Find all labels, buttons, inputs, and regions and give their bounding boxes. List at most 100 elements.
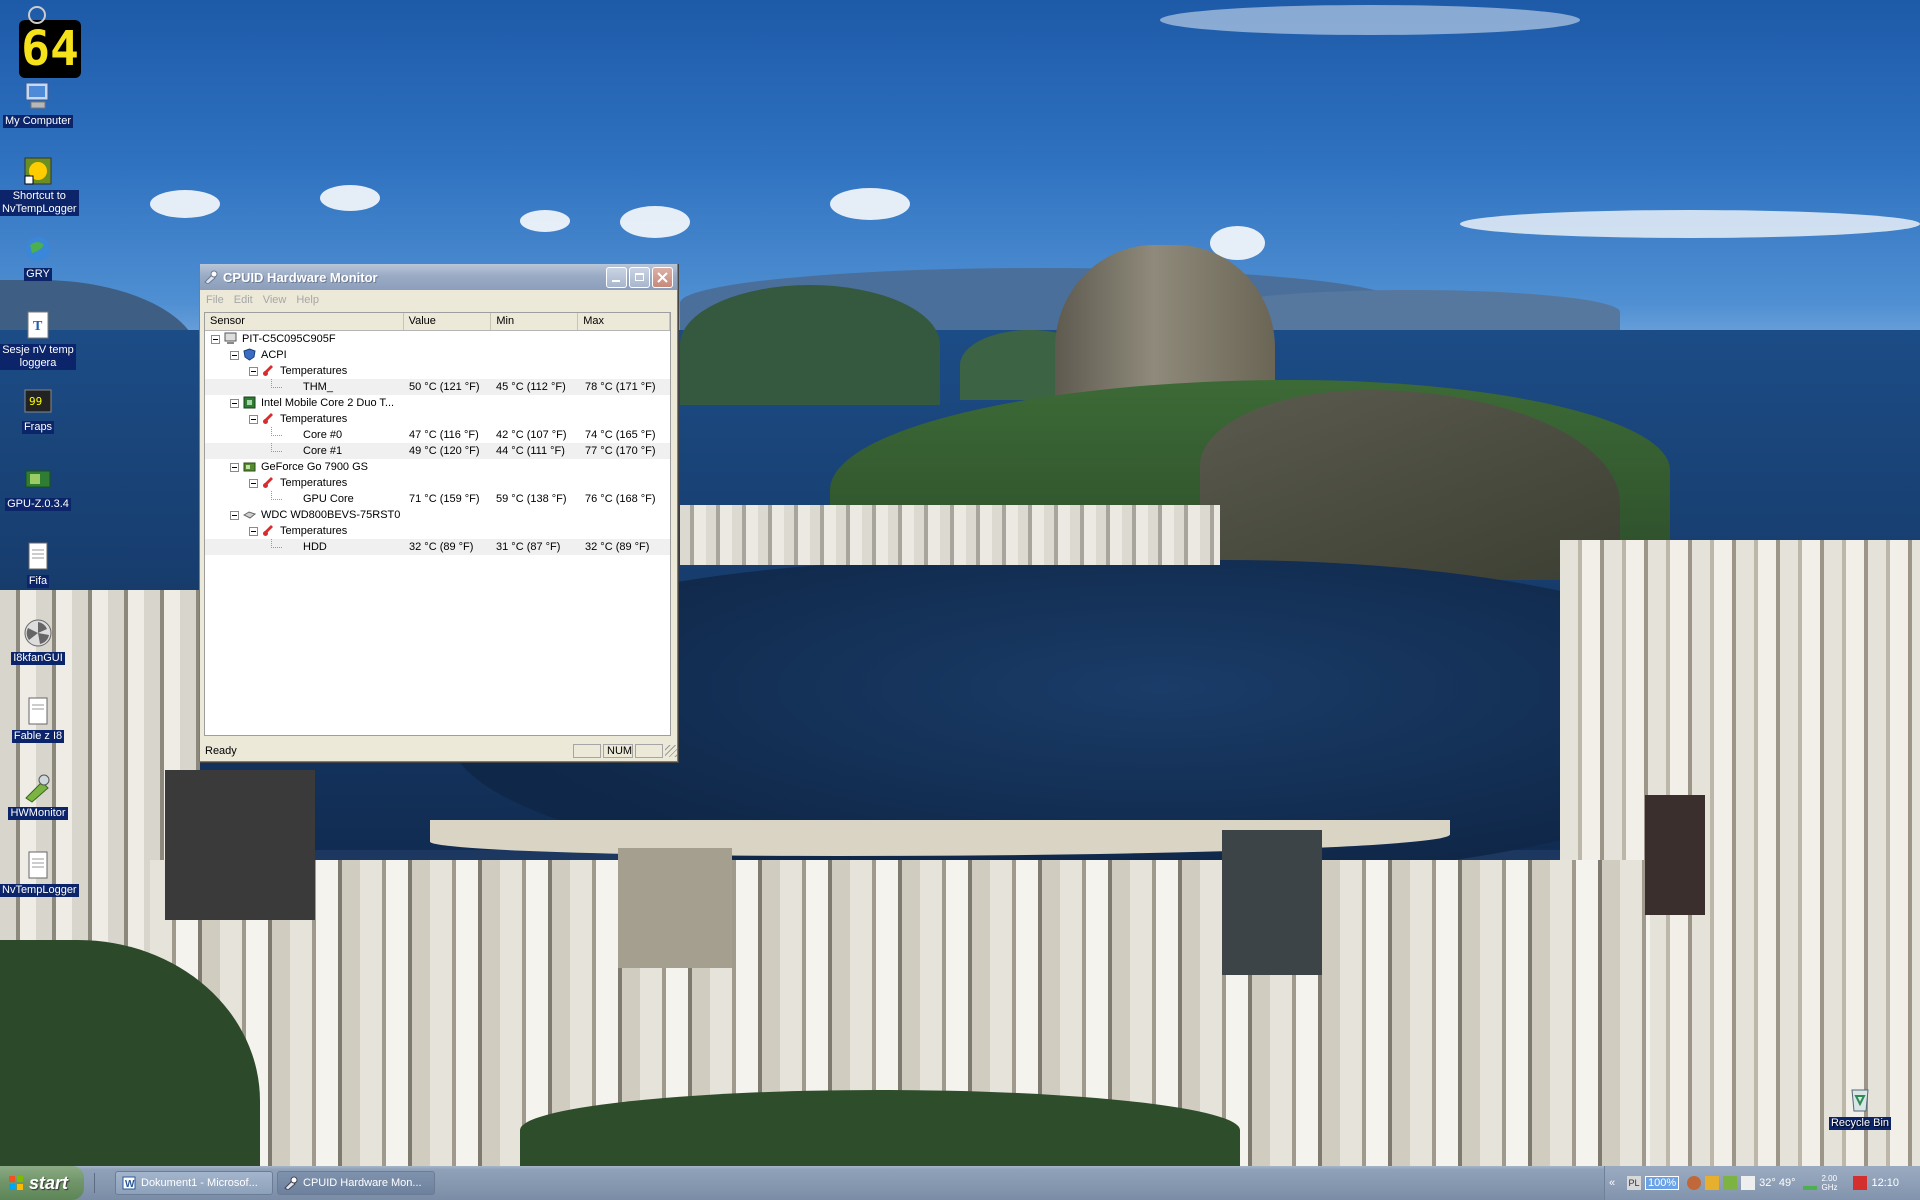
- desktop-icon-nvtemplogger[interactable]: NvTempLogger: [0, 849, 79, 897]
- sensor-row[interactable]: THM_ 50 °C (121 °F) 45 °C (112 °F) 78 °C (1…: [205, 379, 670, 395]
- usage-bar-icon[interactable]: [1803, 1176, 1818, 1190]
- sensor-label: Temperatures: [280, 525, 348, 537]
- status-text: Ready: [205, 745, 237, 757]
- sensor-min: 42 °C (107 °F): [496, 429, 567, 441]
- collapse-toggle-icon[interactable]: [249, 367, 258, 376]
- tree-node-row[interactable]: Intel Mobile Core 2 Duo T...: [205, 395, 670, 411]
- column-header-min[interactable]: Min: [491, 313, 579, 330]
- collapse-toggle-icon[interactable]: [249, 415, 258, 424]
- minimize-button[interactable]: [606, 266, 627, 288]
- sensor-label: Core #0: [303, 429, 343, 441]
- sensor-label: THM_: [303, 381, 333, 393]
- desktop-icon-label: Fraps: [21, 421, 55, 434]
- desktop-icon-sesje[interactable]: T Sesje nV temp loggera: [0, 309, 76, 370]
- tree-node-row[interactable]: Temperatures: [205, 475, 670, 491]
- recycle-bin-icon: [1844, 1082, 1876, 1114]
- window-titlebar[interactable]: CPUID Hardware Monitor: [200, 264, 677, 290]
- cloud: [1160, 5, 1580, 35]
- tower-building: [1222, 830, 1322, 975]
- tray-temperature[interactable]: 32° 49°: [1759, 1177, 1795, 1189]
- tree-node-row[interactable]: Temperatures: [205, 363, 670, 379]
- sensor-min: 45 °C (112 °F): [496, 381, 566, 393]
- menu-help[interactable]: Help: [296, 294, 319, 306]
- collapse-toggle-icon[interactable]: [230, 463, 239, 472]
- desktop-icon-gry[interactable]: GRY: [0, 233, 76, 281]
- clock[interactable]: 12:10: [1871, 1177, 1899, 1189]
- hwmonitor-window[interactable]: CPUID Hardware Monitor File Edit View He…: [199, 263, 678, 762]
- sensor-label: Intel Mobile Core 2 Duo T...: [261, 397, 395, 409]
- my-computer-icon: [22, 80, 54, 112]
- city-strip: [680, 505, 1220, 565]
- sensor-row[interactable]: HDD 32 °C (89 °F) 31 °C (87 °F) 32 °C (89 °…: [205, 539, 670, 555]
- sensor-list[interactable]: Sensor Value Min Max PIT-C5C095C905F ACPI…: [204, 312, 671, 736]
- svg-text:99: 99: [29, 395, 42, 408]
- network-icon[interactable]: [1705, 1176, 1720, 1190]
- tree-node-row[interactable]: Temperatures: [205, 523, 670, 539]
- menu-file[interactable]: File: [206, 294, 224, 306]
- tree-node-row[interactable]: PIT-C5C095C905F: [205, 331, 670, 347]
- minimize-icon: [612, 279, 620, 282]
- column-header-max[interactable]: Max: [578, 313, 670, 330]
- desktop-icon-my-computer[interactable]: My Computer: [0, 80, 76, 128]
- desktop-icon-fifa[interactable]: Fifa: [0, 540, 76, 588]
- collapse-toggle-icon[interactable]: [230, 351, 239, 360]
- resize-grip-icon[interactable]: [665, 745, 677, 757]
- collapse-toggle-icon[interactable]: [230, 511, 239, 520]
- taskbar-button-label: Dokument1 - Microsof...: [141, 1177, 258, 1189]
- tree-node-row[interactable]: GeForce Go 7900 GS: [205, 459, 670, 475]
- desktop-icon-shortcut-nvtemplogger[interactable]: Shortcut to NvTempLogger: [0, 155, 79, 216]
- cloud: [520, 210, 570, 232]
- menu-edit[interactable]: Edit: [234, 294, 253, 306]
- collapse-toggle-icon[interactable]: [230, 399, 239, 408]
- power-icon[interactable]: [28, 6, 46, 24]
- chevron-icon[interactable]: «: [1609, 1176, 1623, 1190]
- hwmonitor-app-icon: [284, 1176, 298, 1190]
- collapse-toggle-icon[interactable]: [249, 479, 258, 488]
- collapse-toggle-icon[interactable]: [249, 527, 258, 536]
- desktop-icon-label: I8kfanGUI: [11, 652, 65, 665]
- column-header-value[interactable]: Value: [404, 313, 492, 330]
- desktop-icon-i8kfangui[interactable]: I8kfanGUI: [0, 617, 76, 665]
- sensor-min: 44 °C (111 °F): [496, 445, 565, 457]
- tree-node-row[interactable]: WDC WD800BEVS-75RST0: [205, 507, 670, 523]
- tower-building: [1645, 795, 1705, 915]
- arrow-left-icon[interactable]: [1687, 1176, 1702, 1190]
- speaker-icon[interactable]: [1741, 1176, 1756, 1190]
- computer-icon: [224, 332, 237, 345]
- battery-percent[interactable]: 100%: [1645, 1176, 1680, 1190]
- start-button[interactable]: start: [0, 1166, 84, 1200]
- gpu-card-icon: [22, 463, 54, 495]
- security-alert-icon[interactable]: [1853, 1176, 1868, 1190]
- desktop-icon-gpuz[interactable]: GPU-Z.0.3.4: [0, 463, 76, 511]
- taskbar: start W Dokument1 - Microsof... CPUID Ha…: [0, 1166, 1920, 1200]
- sensor-max: 77 °C (170 °F): [585, 445, 656, 457]
- tree-node-row[interactable]: ACPI: [205, 347, 670, 363]
- cpu-temp-widget[interactable]: 64: [19, 20, 81, 78]
- sensor-row[interactable]: Core #0 47 °C (116 °F) 42 °C (107 °F) 74 °C…: [205, 427, 670, 443]
- collapse-toggle-icon[interactable]: [211, 335, 220, 344]
- taskbar-button-word[interactable]: W Dokument1 - Microsof...: [115, 1171, 273, 1195]
- desktop-icon-fable[interactable]: Fable z I8: [0, 695, 76, 743]
- tree-connector: [271, 443, 282, 452]
- language-icon[interactable]: PL: [1627, 1176, 1641, 1190]
- word-document-icon: W: [122, 1176, 136, 1190]
- cpu-frequency[interactable]: 2.00 GHz: [1821, 1174, 1845, 1192]
- tree-connector: [271, 379, 282, 388]
- status-bar: Ready NUM: [200, 741, 677, 761]
- column-header-sensor[interactable]: Sensor: [205, 313, 404, 330]
- document-icon: [22, 695, 54, 727]
- nvidia-icon[interactable]: [1723, 1176, 1738, 1190]
- desktop-icon-hwmonitor[interactable]: HWMonitor: [0, 772, 76, 820]
- hwmonitor-app-icon: [204, 270, 218, 284]
- desktop-icon-label: GPU-Z.0.3.4: [5, 498, 71, 511]
- tree-connector: [271, 491, 282, 500]
- desktop-icon-fraps[interactable]: 99 Fraps: [0, 386, 76, 434]
- tree-node-row[interactable]: Temperatures: [205, 411, 670, 427]
- sensor-row[interactable]: Core #1 49 °C (120 °F) 44 °C (111 °F) 77 °C…: [205, 443, 670, 459]
- taskbar-button-hwmonitor[interactable]: CPUID Hardware Mon...: [277, 1171, 435, 1195]
- desktop-icon-recycle-bin[interactable]: Recycle Bin: [1822, 1082, 1898, 1130]
- maximize-button[interactable]: [629, 266, 650, 288]
- menu-view[interactable]: View: [263, 294, 287, 306]
- close-button[interactable]: [652, 266, 673, 288]
- sensor-row[interactable]: GPU Core 71 °C (159 °F) 59 °C (138 °F) 76 °…: [205, 491, 670, 507]
